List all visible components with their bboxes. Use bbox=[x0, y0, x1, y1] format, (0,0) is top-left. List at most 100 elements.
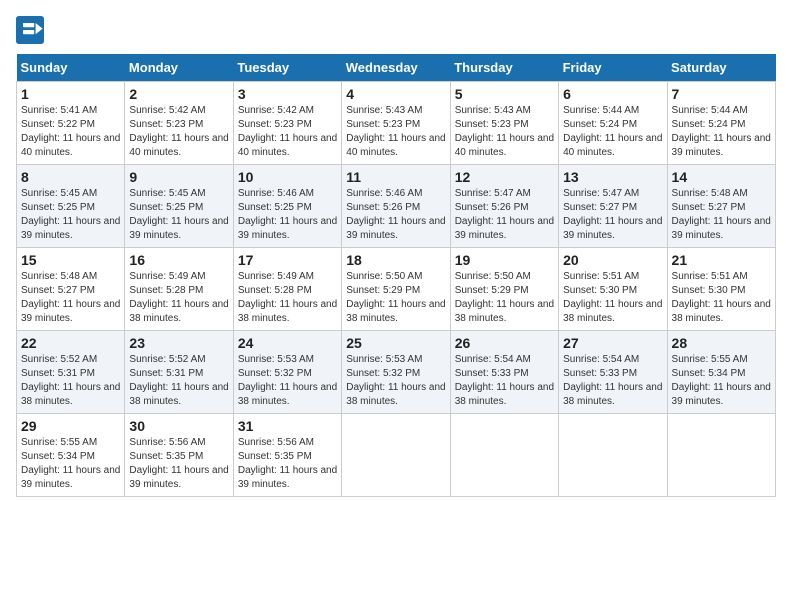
day-cell: 2 Sunrise: 5:42 AM Sunset: 5:23 PM Dayli… bbox=[125, 82, 233, 165]
day-number: 5 bbox=[455, 86, 554, 102]
day-detail: Sunrise: 5:51 AM Sunset: 5:30 PM Dayligh… bbox=[563, 270, 662, 326]
day-cell: 25 Sunrise: 5:53 AM Sunset: 5:32 PM Dayl… bbox=[342, 331, 450, 414]
day-detail: Sunrise: 5:47 AM Sunset: 5:26 PM Dayligh… bbox=[455, 187, 554, 243]
day-cell: 1 Sunrise: 5:41 AM Sunset: 5:22 PM Dayli… bbox=[17, 82, 125, 165]
week-row-1: 1 Sunrise: 5:41 AM Sunset: 5:22 PM Dayli… bbox=[17, 82, 776, 165]
day-number: 7 bbox=[672, 86, 771, 102]
day-cell: 5 Sunrise: 5:43 AM Sunset: 5:23 PM Dayli… bbox=[450, 82, 558, 165]
day-number: 25 bbox=[346, 335, 445, 351]
day-detail: Sunrise: 5:48 AM Sunset: 5:27 PM Dayligh… bbox=[21, 270, 120, 326]
calendar-table: SundayMondayTuesdayWednesdayThursdayFrid… bbox=[16, 54, 776, 497]
header bbox=[16, 16, 776, 44]
day-number: 3 bbox=[238, 86, 337, 102]
day-cell: 15 Sunrise: 5:48 AM Sunset: 5:27 PM Dayl… bbox=[17, 248, 125, 331]
day-cell: 30 Sunrise: 5:56 AM Sunset: 5:35 PM Dayl… bbox=[125, 414, 233, 497]
day-detail: Sunrise: 5:55 AM Sunset: 5:34 PM Dayligh… bbox=[21, 436, 120, 492]
day-detail: Sunrise: 5:52 AM Sunset: 5:31 PM Dayligh… bbox=[21, 353, 120, 409]
day-number: 8 bbox=[21, 169, 120, 185]
day-cell: 27 Sunrise: 5:54 AM Sunset: 5:33 PM Dayl… bbox=[559, 331, 667, 414]
logo bbox=[16, 16, 48, 44]
day-number: 10 bbox=[238, 169, 337, 185]
day-detail: Sunrise: 5:50 AM Sunset: 5:29 PM Dayligh… bbox=[455, 270, 554, 326]
day-number: 4 bbox=[346, 86, 445, 102]
day-cell bbox=[559, 414, 667, 497]
day-detail: Sunrise: 5:50 AM Sunset: 5:29 PM Dayligh… bbox=[346, 270, 445, 326]
header-row: SundayMondayTuesdayWednesdayThursdayFrid… bbox=[17, 54, 776, 82]
day-number: 27 bbox=[563, 335, 662, 351]
day-cell: 4 Sunrise: 5:43 AM Sunset: 5:23 PM Dayli… bbox=[342, 82, 450, 165]
day-detail: Sunrise: 5:42 AM Sunset: 5:23 PM Dayligh… bbox=[129, 104, 228, 160]
day-number: 23 bbox=[129, 335, 228, 351]
day-number: 15 bbox=[21, 252, 120, 268]
day-detail: Sunrise: 5:46 AM Sunset: 5:26 PM Dayligh… bbox=[346, 187, 445, 243]
day-cell: 17 Sunrise: 5:49 AM Sunset: 5:28 PM Dayl… bbox=[233, 248, 341, 331]
day-cell: 7 Sunrise: 5:44 AM Sunset: 5:24 PM Dayli… bbox=[667, 82, 775, 165]
day-number: 19 bbox=[455, 252, 554, 268]
day-detail: Sunrise: 5:49 AM Sunset: 5:28 PM Dayligh… bbox=[129, 270, 228, 326]
day-cell: 26 Sunrise: 5:54 AM Sunset: 5:33 PM Dayl… bbox=[450, 331, 558, 414]
day-detail: Sunrise: 5:51 AM Sunset: 5:30 PM Dayligh… bbox=[672, 270, 771, 326]
logo-icon bbox=[16, 16, 44, 44]
day-number: 2 bbox=[129, 86, 228, 102]
day-number: 6 bbox=[563, 86, 662, 102]
day-number: 30 bbox=[129, 418, 228, 434]
day-number: 17 bbox=[238, 252, 337, 268]
day-cell: 6 Sunrise: 5:44 AM Sunset: 5:24 PM Dayli… bbox=[559, 82, 667, 165]
day-detail: Sunrise: 5:53 AM Sunset: 5:32 PM Dayligh… bbox=[238, 353, 337, 409]
week-row-4: 22 Sunrise: 5:52 AM Sunset: 5:31 PM Dayl… bbox=[17, 331, 776, 414]
day-detail: Sunrise: 5:47 AM Sunset: 5:27 PM Dayligh… bbox=[563, 187, 662, 243]
day-cell bbox=[342, 414, 450, 497]
day-detail: Sunrise: 5:43 AM Sunset: 5:23 PM Dayligh… bbox=[346, 104, 445, 160]
day-cell: 20 Sunrise: 5:51 AM Sunset: 5:30 PM Dayl… bbox=[559, 248, 667, 331]
day-detail: Sunrise: 5:44 AM Sunset: 5:24 PM Dayligh… bbox=[672, 104, 771, 160]
day-number: 20 bbox=[563, 252, 662, 268]
day-number: 29 bbox=[21, 418, 120, 434]
day-number: 11 bbox=[346, 169, 445, 185]
day-number: 24 bbox=[238, 335, 337, 351]
day-cell: 3 Sunrise: 5:42 AM Sunset: 5:23 PM Dayli… bbox=[233, 82, 341, 165]
day-cell: 24 Sunrise: 5:53 AM Sunset: 5:32 PM Dayl… bbox=[233, 331, 341, 414]
day-cell: 28 Sunrise: 5:55 AM Sunset: 5:34 PM Dayl… bbox=[667, 331, 775, 414]
day-cell: 14 Sunrise: 5:48 AM Sunset: 5:27 PM Dayl… bbox=[667, 165, 775, 248]
day-detail: Sunrise: 5:42 AM Sunset: 5:23 PM Dayligh… bbox=[238, 104, 337, 160]
day-cell: 8 Sunrise: 5:45 AM Sunset: 5:25 PM Dayli… bbox=[17, 165, 125, 248]
week-row-5: 29 Sunrise: 5:55 AM Sunset: 5:34 PM Dayl… bbox=[17, 414, 776, 497]
col-header-friday: Friday bbox=[559, 54, 667, 82]
day-detail: Sunrise: 5:53 AM Sunset: 5:32 PM Dayligh… bbox=[346, 353, 445, 409]
day-number: 12 bbox=[455, 169, 554, 185]
day-detail: Sunrise: 5:55 AM Sunset: 5:34 PM Dayligh… bbox=[672, 353, 771, 409]
day-detail: Sunrise: 5:52 AM Sunset: 5:31 PM Dayligh… bbox=[129, 353, 228, 409]
day-cell: 31 Sunrise: 5:56 AM Sunset: 5:35 PM Dayl… bbox=[233, 414, 341, 497]
day-detail: Sunrise: 5:45 AM Sunset: 5:25 PM Dayligh… bbox=[129, 187, 228, 243]
day-number: 14 bbox=[672, 169, 771, 185]
day-cell: 29 Sunrise: 5:55 AM Sunset: 5:34 PM Dayl… bbox=[17, 414, 125, 497]
day-detail: Sunrise: 5:44 AM Sunset: 5:24 PM Dayligh… bbox=[563, 104, 662, 160]
day-detail: Sunrise: 5:45 AM Sunset: 5:25 PM Dayligh… bbox=[21, 187, 120, 243]
day-detail: Sunrise: 5:54 AM Sunset: 5:33 PM Dayligh… bbox=[563, 353, 662, 409]
day-number: 16 bbox=[129, 252, 228, 268]
day-number: 1 bbox=[21, 86, 120, 102]
day-cell: 9 Sunrise: 5:45 AM Sunset: 5:25 PM Dayli… bbox=[125, 165, 233, 248]
col-header-sunday: Sunday bbox=[17, 54, 125, 82]
col-header-monday: Monday bbox=[125, 54, 233, 82]
day-cell: 21 Sunrise: 5:51 AM Sunset: 5:30 PM Dayl… bbox=[667, 248, 775, 331]
day-cell: 11 Sunrise: 5:46 AM Sunset: 5:26 PM Dayl… bbox=[342, 165, 450, 248]
day-cell: 22 Sunrise: 5:52 AM Sunset: 5:31 PM Dayl… bbox=[17, 331, 125, 414]
col-header-tuesday: Tuesday bbox=[233, 54, 341, 82]
day-detail: Sunrise: 5:56 AM Sunset: 5:35 PM Dayligh… bbox=[129, 436, 228, 492]
day-cell bbox=[450, 414, 558, 497]
day-detail: Sunrise: 5:46 AM Sunset: 5:25 PM Dayligh… bbox=[238, 187, 337, 243]
day-detail: Sunrise: 5:48 AM Sunset: 5:27 PM Dayligh… bbox=[672, 187, 771, 243]
day-number: 26 bbox=[455, 335, 554, 351]
week-row-3: 15 Sunrise: 5:48 AM Sunset: 5:27 PM Dayl… bbox=[17, 248, 776, 331]
day-detail: Sunrise: 5:41 AM Sunset: 5:22 PM Dayligh… bbox=[21, 104, 120, 160]
day-cell: 16 Sunrise: 5:49 AM Sunset: 5:28 PM Dayl… bbox=[125, 248, 233, 331]
day-detail: Sunrise: 5:43 AM Sunset: 5:23 PM Dayligh… bbox=[455, 104, 554, 160]
col-header-wednesday: Wednesday bbox=[342, 54, 450, 82]
day-number: 31 bbox=[238, 418, 337, 434]
day-detail: Sunrise: 5:54 AM Sunset: 5:33 PM Dayligh… bbox=[455, 353, 554, 409]
day-cell: 10 Sunrise: 5:46 AM Sunset: 5:25 PM Dayl… bbox=[233, 165, 341, 248]
day-cell: 19 Sunrise: 5:50 AM Sunset: 5:29 PM Dayl… bbox=[450, 248, 558, 331]
day-cell: 12 Sunrise: 5:47 AM Sunset: 5:26 PM Dayl… bbox=[450, 165, 558, 248]
col-header-thursday: Thursday bbox=[450, 54, 558, 82]
